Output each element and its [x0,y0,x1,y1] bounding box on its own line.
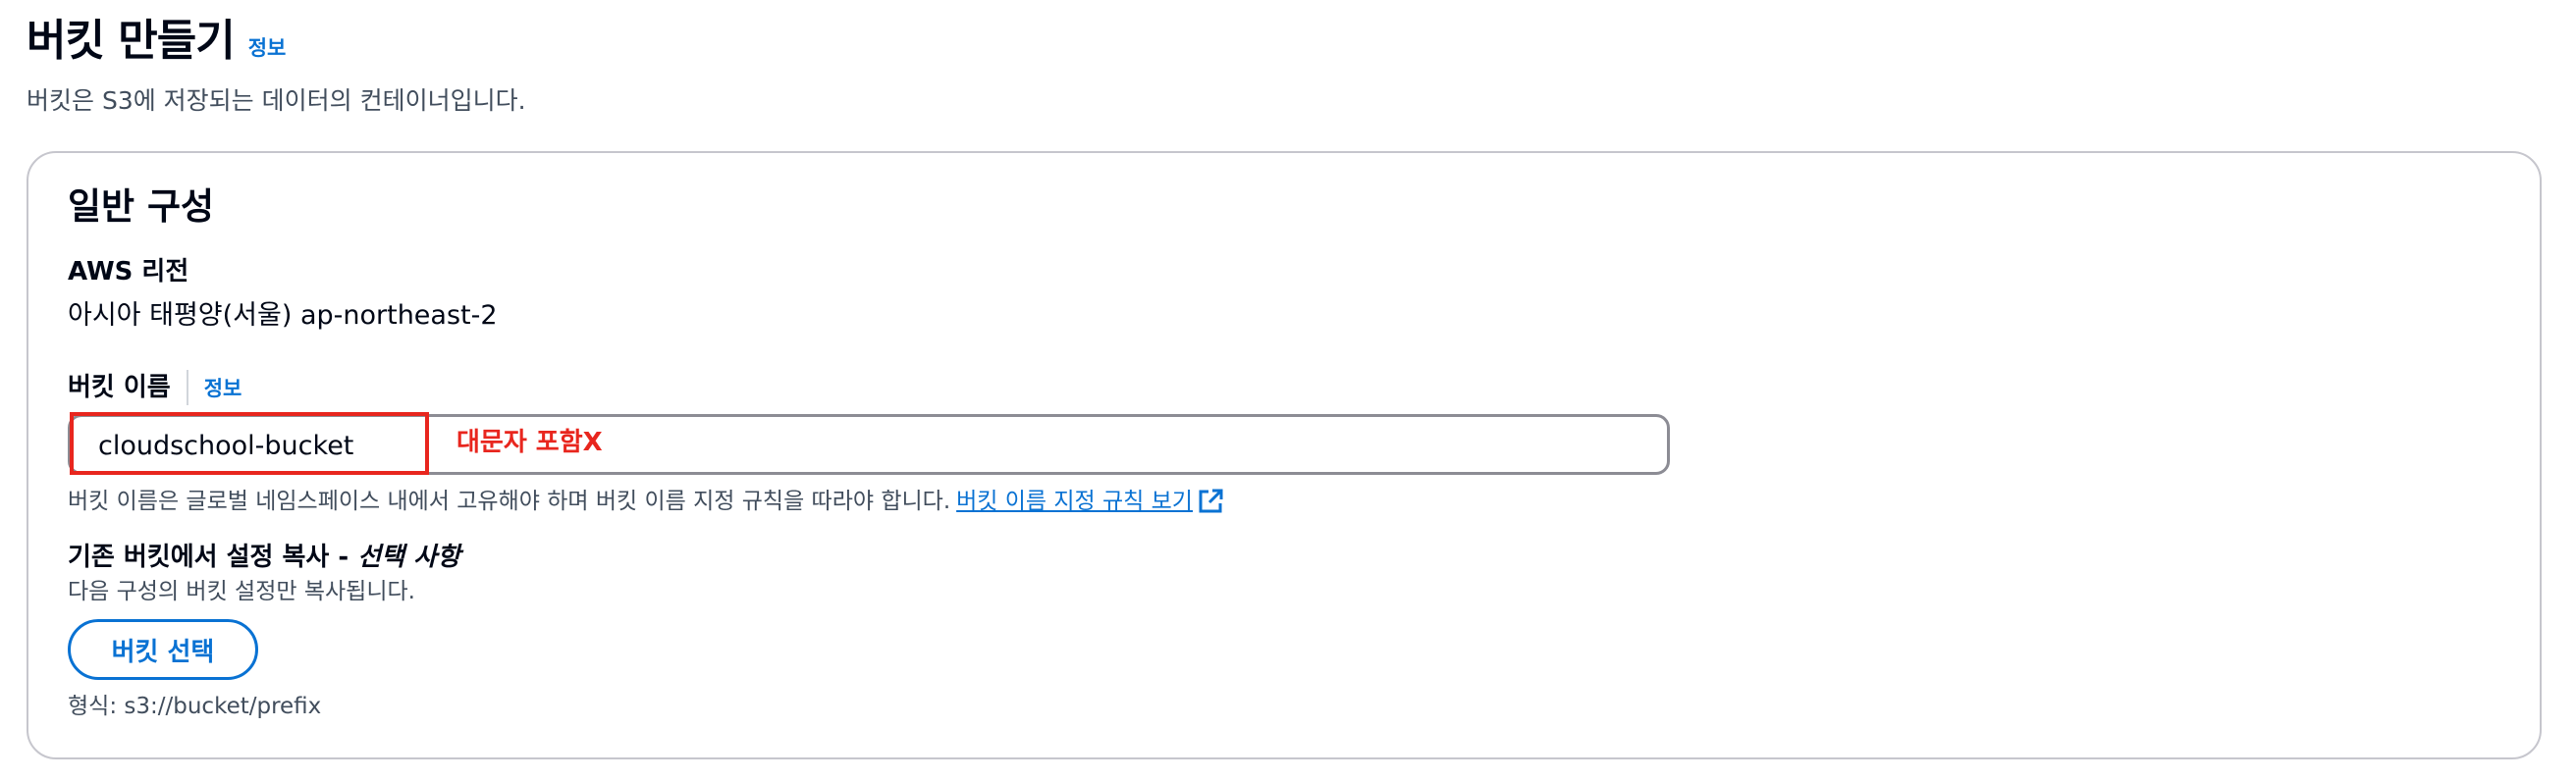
copy-settings-label: 기존 버킷에서 설정 복사 - 선택 사항 [68,541,460,574]
naming-rules-link[interactable]: 버킷 이름 지정 규칙 보기 [956,486,1193,517]
page-title: 버킷 만들기 [27,16,236,66]
copy-settings-label-text: 기존 버킷에서 설정 복사 - [68,543,349,572]
external-link-icon[interactable] [1197,488,1224,515]
copy-settings-optional: 선택 사항 [357,543,460,572]
bucket-name-hint-text: 버킷 이름은 글로벌 네임스페이스 내에서 고유해야 하며 버킷 이름 지정 규… [68,489,951,514]
copy-settings-description: 다음 구성의 버킷 설정만 복사됩니다. [68,579,415,604]
annotation-highlight-box [70,412,429,475]
annotation-text: 대문자 포함X [456,428,603,457]
title-row: 버킷 만들기 정보 [27,10,526,73]
bucket-name-info-link[interactable]: 정보 [204,373,242,402]
label-divider [186,370,188,405]
bucket-name-label-row: 버킷 이름 정보 [68,370,242,405]
page-header: 버킷 만들기 정보 버킷은 S3에 저장되는 데이터의 컨테이너입니다. [27,10,526,118]
bucket-name-hint: 버킷 이름은 글로벌 네임스페이스 내에서 고유해야 하며 버킷 이름 지정 규… [68,486,1224,517]
region-value: 아시아 태평양(서울) ap-northeast-2 [68,300,498,331]
format-hint: 형식: s3://bucket/prefix [68,694,322,719]
choose-bucket-button[interactable]: 버킷 선택 [68,619,258,680]
header-info-link[interactable]: 정보 [248,32,287,62]
page-description: 버킷은 S3에 저장되는 데이터의 컨테이너입니다. [27,86,526,115]
bucket-name-label: 버킷 이름 [68,373,171,402]
region-label: AWS 리전 [68,257,189,286]
panel-title: 일반 구성 [68,185,215,228]
general-configuration-panel: 일반 구성 AWS 리전 아시아 태평양(서울) ap-northeast-2 … [27,151,2542,759]
